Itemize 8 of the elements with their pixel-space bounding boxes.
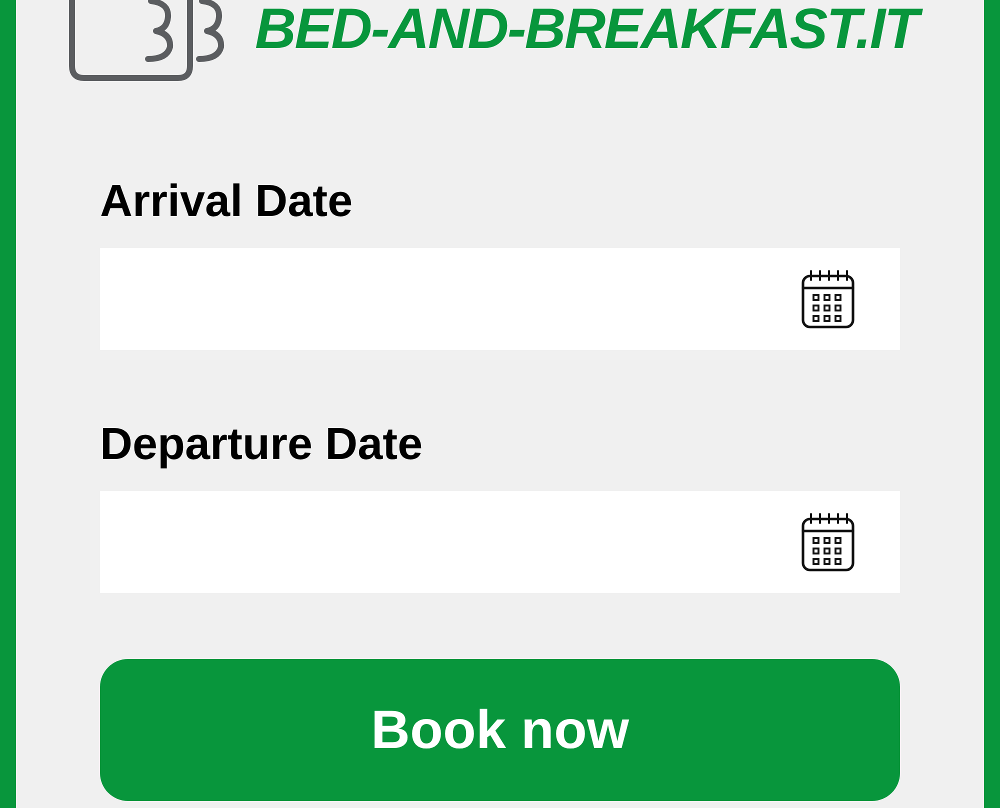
book-button[interactable]: Book now [100, 659, 900, 801]
field-label: Departure Date [100, 417, 423, 471]
calendar-icon[interactable] [801, 512, 855, 572]
logo-text: BED-AND-BREAKFAST.IT [247, 0, 926, 61]
date-field[interactable] [100, 248, 900, 350]
date-field[interactable] [100, 491, 900, 593]
field-label: Arrival Date [100, 174, 353, 228]
calendar-icon[interactable] [801, 269, 855, 329]
